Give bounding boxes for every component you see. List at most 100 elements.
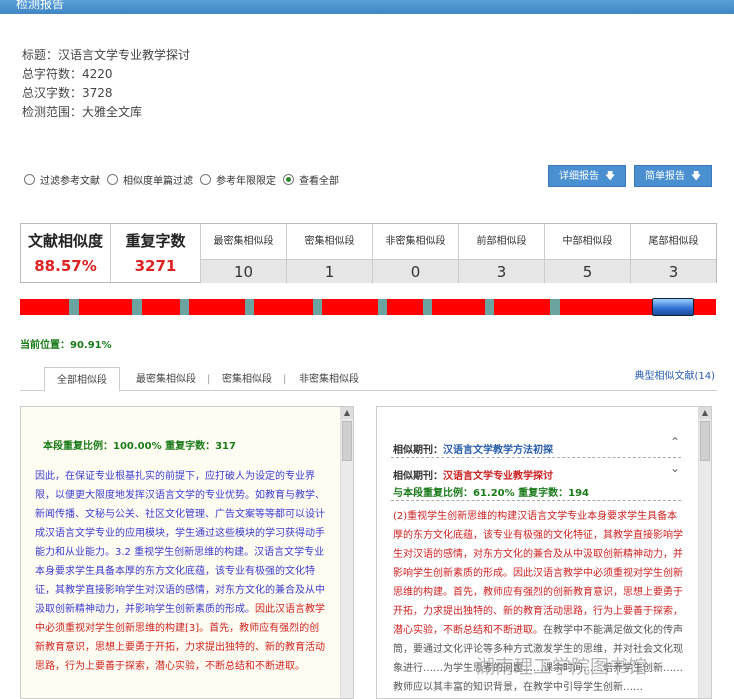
tab-separator: | [283,374,287,385]
meta-title: 标题：汉语言文学专业教学探讨 [22,48,191,62]
stat-cell: 尾部相似段 3 [631,224,716,283]
tab-most-dense[interactable]: 最密集相似段 [136,367,196,392]
gap-segment[interactable] [312,299,322,315]
stat-label: 密集相似段 [304,236,355,247]
meta-scope: 检测范围：大雅全文库 [22,105,143,119]
similar-segment[interactable] [141,299,181,315]
library-watermark: 湖南理工学院图书馆 [476,656,648,678]
gap-segment[interactable] [550,299,560,315]
similar-segment[interactable] [321,299,378,315]
repeat-cell: 重复字数 3271 [111,224,201,282]
position-slider-handle[interactable] [652,298,694,316]
similar-segment[interactable] [78,299,133,315]
scrollbar[interactable]: ▲ [698,407,711,698]
scroll-thumb[interactable] [700,421,710,461]
meta-total-hanzi: 总汉字数：3728 [22,86,113,100]
filter-single-similarity[interactable]: 相似度单篇过滤 [107,172,193,187]
meta-total-chars: 总字符数：4220 [22,67,113,81]
tab-all-similar[interactable]: 全部相似段 [44,367,120,392]
stat-cell: 密集相似段 1 [287,224,373,283]
journal-label: 相似期刊： [393,471,443,482]
gap-segment[interactable] [244,299,255,315]
gap-segment[interactable] [132,299,142,315]
stat-value: 3 [459,259,544,283]
filter-label: 查看全部 [299,176,339,187]
stat-value: 5 [545,259,630,283]
radio-button[interactable] [24,174,35,185]
document-meta: 标题：汉语言文学专业教学探讨 总字符数：4220 总汉字数：3728 检测范围：… [22,46,190,122]
stat-value: 1 [287,259,372,283]
report-header: 检测报告 [0,0,734,14]
repeat-label: 重复字数 [125,232,186,250]
similarity-label: 文献相似度 [27,232,103,250]
filter-ref-exclude[interactable]: 过滤参考文献 [24,172,100,187]
gap-segment[interactable] [423,299,433,315]
filter-label: 相似度单篇过滤 [123,176,193,187]
tab-non-dense[interactable]: 非密集相似段 [299,367,359,392]
tab-bar: 全部相似段 最密集相似段 | 密集相似段 | 非密集相似段 典型相似文献(14) [20,364,717,392]
stat-cell: 非密集相似段 0 [373,224,459,283]
divider [391,457,681,458]
gap-segment[interactable] [69,299,79,315]
filter-view-all[interactable]: 查看全部 [283,172,339,187]
filter-year-limit[interactable]: 参考年限限定 [200,172,276,187]
stat-label: 尾部相似段 [648,236,699,247]
source-text-panel[interactable]: 本段重复比例：100.00% 重复字数：317 因此，在保证专业根基扎实的前提下… [20,406,354,699]
similar-segment[interactable] [493,299,551,315]
simple-report-button[interactable]: 简单报告 🡇 [634,165,713,187]
radio-button[interactable] [107,174,118,185]
match-summary: 与本段重复比例：61.20% 重复字数：194 [393,488,590,499]
journal-label: 相似期刊： [393,445,443,456]
tab-dense[interactable]: 密集相似段 [222,367,272,392]
scroll-up-icon[interactable]: ▲ [699,407,711,419]
stat-label: 非密集相似段 [385,236,446,247]
button-label: 简单报告 [645,171,685,182]
similar-segment[interactable] [20,299,70,315]
chevron-down-icon[interactable]: ⌄ [670,461,680,475]
match-text-red: (2)重视学生创新思维的构建汉语言文学专业本身要求学生具备本厚的东方文化底蕴，该… [393,511,683,636]
detail-report-button[interactable]: 详细报告 🡇 [548,165,627,187]
stat-cell: 前部相似段 3 [459,224,545,283]
current-position: 当前位置：90.91% [20,340,112,351]
radio-button[interactable] [200,174,211,185]
similarity-cell: 文献相似度 88.57% [21,224,111,282]
segment-text: 因此，在保证专业根基扎实的前提下，应打破人为设定的专业界限，以便更大限度地发挥汉… [35,467,325,676]
scrollbar[interactable]: ▲ [340,407,353,698]
similarity-distribution-bar[interactable] [20,298,716,316]
stat-value: 10 [201,259,286,283]
filter-label: 过滤参考文献 [40,176,100,187]
stat-value: 3 [631,259,716,283]
similar-segment[interactable] [254,299,313,315]
filter-options: 过滤参考文献 相似度单篇过滤 参考年限限定 查看全部 [24,172,346,187]
similar-segment[interactable] [189,299,245,315]
journal-title[interactable]: 汉语言文学教学方法初探 [443,445,553,456]
stat-label: 前部相似段 [476,236,527,247]
gap-segment[interactable] [484,299,494,315]
divider [391,500,681,501]
stat-label: 最密集相似段 [213,236,274,247]
similarity-value: 88.57% [34,257,97,275]
scroll-thumb[interactable] [342,421,352,461]
segment-summary: 本段重复比例：100.00% 重复字数：317 [43,441,236,452]
similar-text-blue: 因此，在保证专业根基扎实的前提下，应打破人为设定的专业界限，以便更大限度地发挥汉… [35,471,325,615]
gap-segment[interactable] [180,299,190,315]
download-arrow-icon: 🡇 [691,171,702,182]
chevron-up-icon[interactable]: ⌃ [670,435,680,449]
filter-label: 参考年限限定 [216,176,276,187]
typical-similar-docs-link[interactable]: 典型相似文献(14) [634,367,715,382]
stat-value: 0 [373,259,458,283]
stat-label: 中部相似段 [562,236,613,247]
report-title: 检测报告 [16,0,65,11]
radio-button[interactable] [283,174,294,185]
journal-title[interactable]: 汉语言文学专业教学探讨 [443,471,553,482]
tab-separator: | [207,374,211,385]
similar-segment[interactable] [432,299,485,315]
gap-segment[interactable] [377,299,387,315]
repeat-value: 3271 [134,257,177,275]
stat-cell: 中部相似段 5 [545,224,631,283]
scroll-up-icon[interactable]: ▲ [341,407,353,419]
similar-segment[interactable] [386,299,424,315]
stat-cell: 最密集相似段 10 [201,224,287,283]
similar-journal-2[interactable]: 相似期刊：汉语言文学专业教学探讨 [393,467,553,482]
similar-journal-1[interactable]: 相似期刊：汉语言文学教学方法初探 [393,441,553,456]
